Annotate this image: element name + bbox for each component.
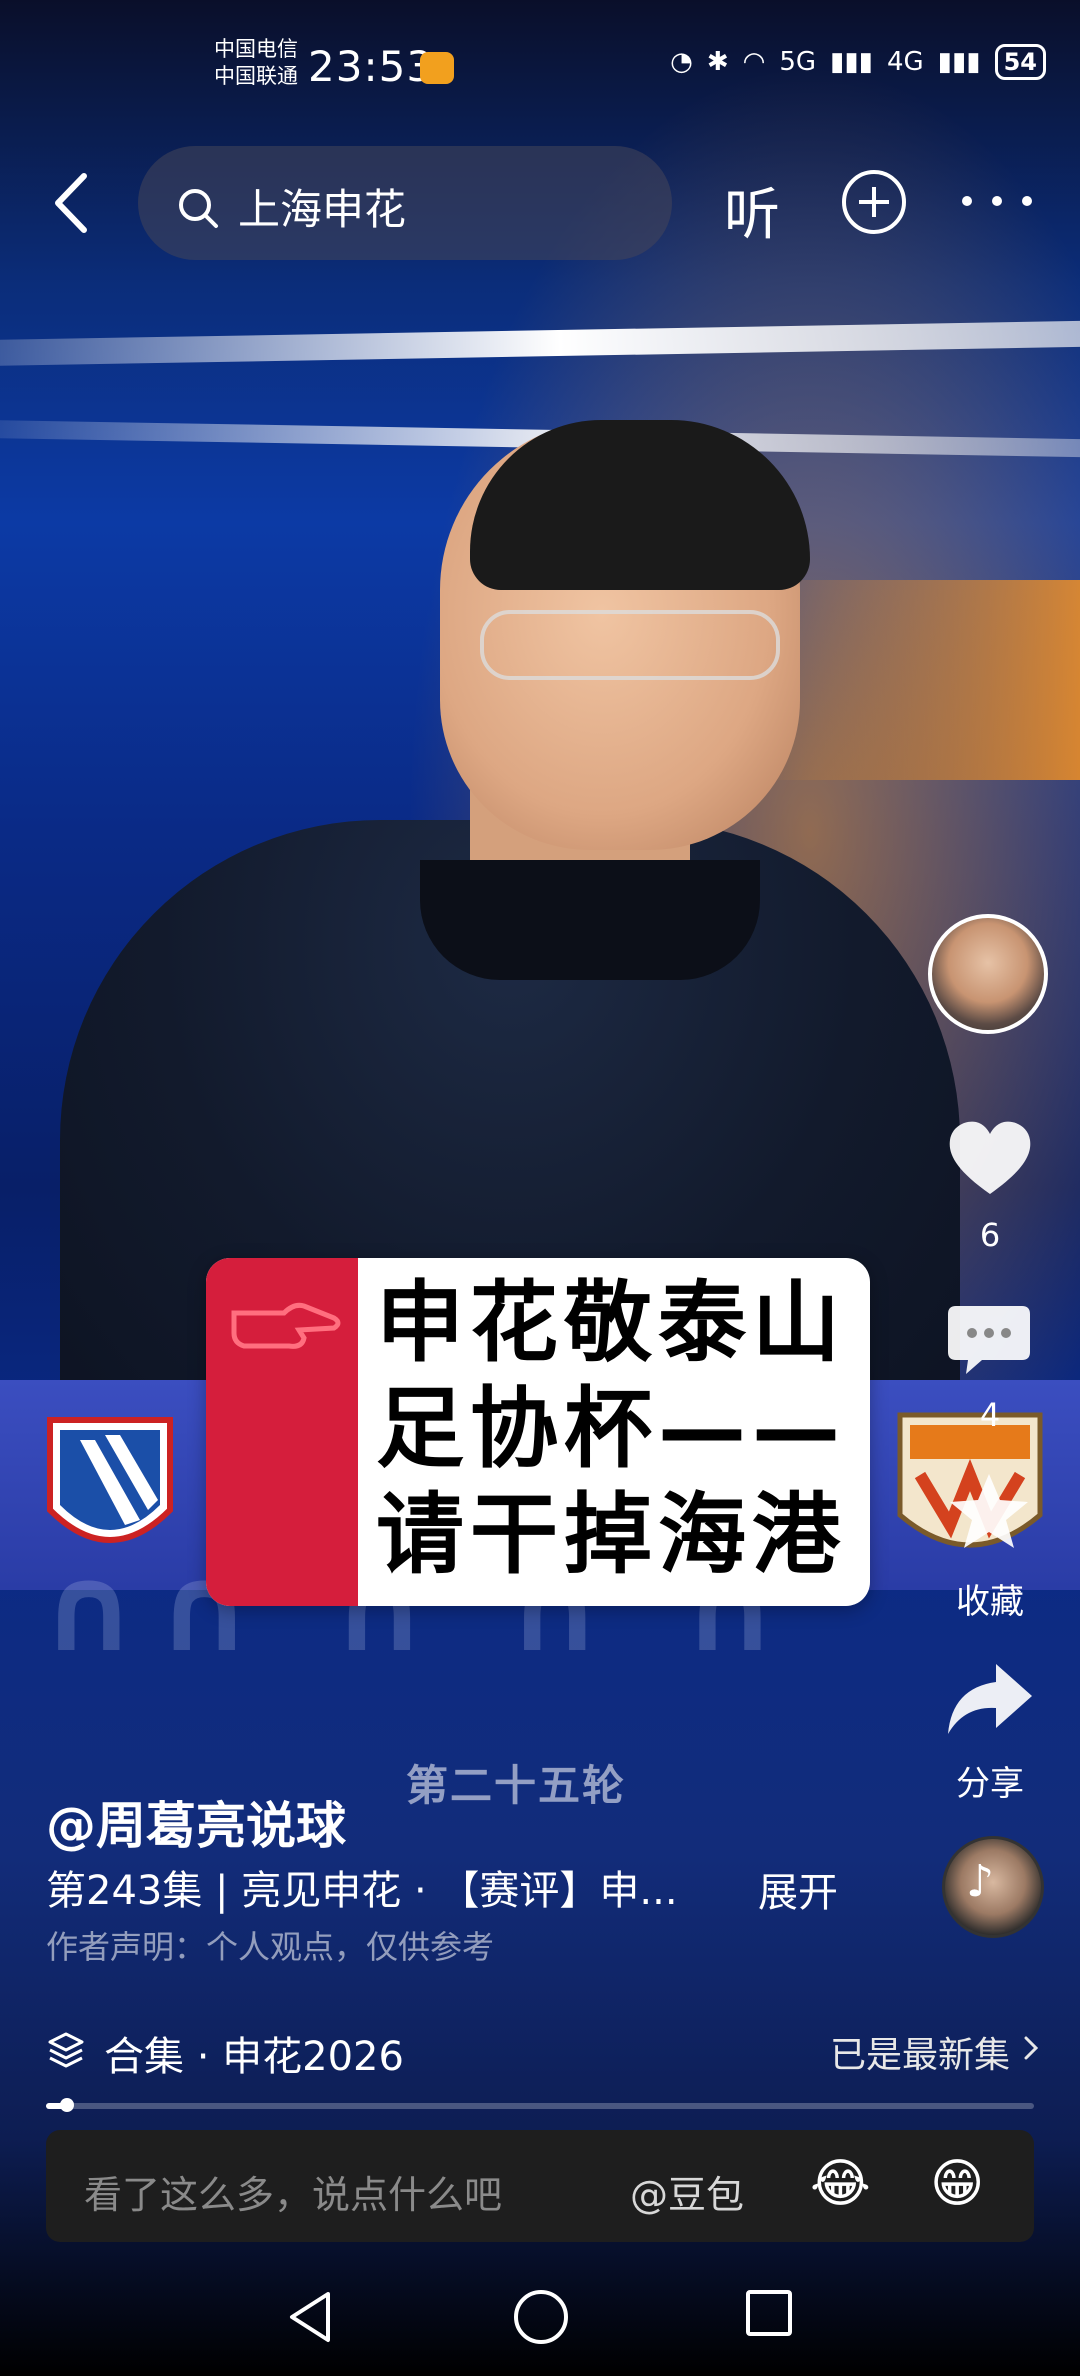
wifi-icon: ◠	[742, 47, 766, 77]
comment-count: 4	[979, 1396, 1001, 1434]
carrier-2: 中国联通	[214, 64, 298, 88]
like-count: 6	[979, 1216, 1001, 1254]
signal-icon: ▮▮▮	[937, 47, 981, 77]
caption-line-1: 申花敬泰山	[376, 1271, 847, 1374]
bluetooth-icon: ✱	[706, 47, 729, 77]
author-disclaimer: 作者声明：个人观点，仅供参考	[46, 1928, 495, 1966]
video-person-glasses	[480, 610, 780, 680]
network-4g-label: 4G	[886, 47, 924, 77]
caption-line-3: 请干掉海港	[376, 1483, 847, 1586]
match-round-text: 第二十五轮	[406, 1761, 627, 1810]
grinning-emoji-button[interactable]: 😁	[930, 2154, 984, 2214]
signal-icon: ▮▮▮	[830, 47, 873, 77]
status-icons: ◔ ✱ ◠ 5G ▮▮▮ 4G ▮▮▮ 54	[670, 44, 1046, 80]
heart-icon[interactable]	[946, 1118, 1034, 1198]
star-icon[interactable]	[946, 1470, 1032, 1556]
author-avatar[interactable]	[928, 914, 1048, 1034]
status-time: 23:53	[308, 42, 435, 91]
search-query[interactable]: 上海申花	[238, 176, 406, 237]
caption-line-2: 足协杯——	[376, 1377, 847, 1480]
comment-icon[interactable]	[946, 1302, 1032, 1378]
add-button[interactable]	[842, 170, 906, 234]
pointing-hand-icon	[231, 1302, 341, 1349]
studio-orange-panel	[760, 580, 1080, 780]
episode-title[interactable]: 第243集 | 亮见申花 · 【赛评】申...	[46, 1858, 678, 1916]
collection-label: 合集 · 申花2026	[104, 2034, 404, 2080]
caption-text: 申花敬泰山 足协杯—— 请干掉海港	[376, 1270, 866, 1588]
video-progress-bar[interactable]	[46, 2103, 1034, 2109]
video-progress-knob[interactable]	[60, 2098, 74, 2112]
author-name[interactable]: @周葛亮说球	[46, 1786, 346, 1858]
battery-indicator: 54	[994, 44, 1046, 80]
layers-icon	[48, 2032, 84, 2068]
system-home-icon[interactable]	[514, 2290, 568, 2344]
nfc-icon: ◔	[670, 47, 693, 77]
video-person-collar	[420, 860, 760, 980]
music-note-icon: ♪	[966, 1856, 995, 1907]
chevron-right-icon	[1024, 2036, 1039, 2060]
laughing-emoji-button[interactable]: 😂	[810, 2154, 871, 2214]
expand-link[interactable]: 展开	[758, 1860, 838, 1918]
system-recents-icon[interactable]	[746, 2290, 792, 2336]
carrier-labels: 中国电信 中国联通	[214, 36, 298, 90]
back-arrow-icon[interactable]	[46, 168, 96, 238]
search-icon	[179, 189, 218, 228]
video-caption-card: 申花敬泰山 足协杯—— 请干掉海港	[206, 1258, 870, 1606]
system-back-icon[interactable]	[286, 2290, 336, 2344]
share-label: 分享	[956, 1764, 1024, 1804]
collection-latest-label[interactable]: 已是最新集	[830, 2026, 1010, 2078]
more-options-icon[interactable]	[962, 186, 1032, 216]
mention-doubao-button[interactable]: @豆包	[630, 2164, 744, 2219]
share-arrow-icon[interactable]	[944, 1658, 1036, 1738]
carrier-1: 中国电信	[214, 37, 298, 61]
network-5g-label: 5G	[779, 47, 817, 77]
favorite-label: 收藏	[956, 1582, 1024, 1622]
comment-input-placeholder[interactable]: 看了这么多，说点什么吧	[84, 2164, 502, 2219]
listen-button[interactable]: 听	[724, 170, 780, 251]
weibo-notification-icon	[420, 52, 454, 84]
